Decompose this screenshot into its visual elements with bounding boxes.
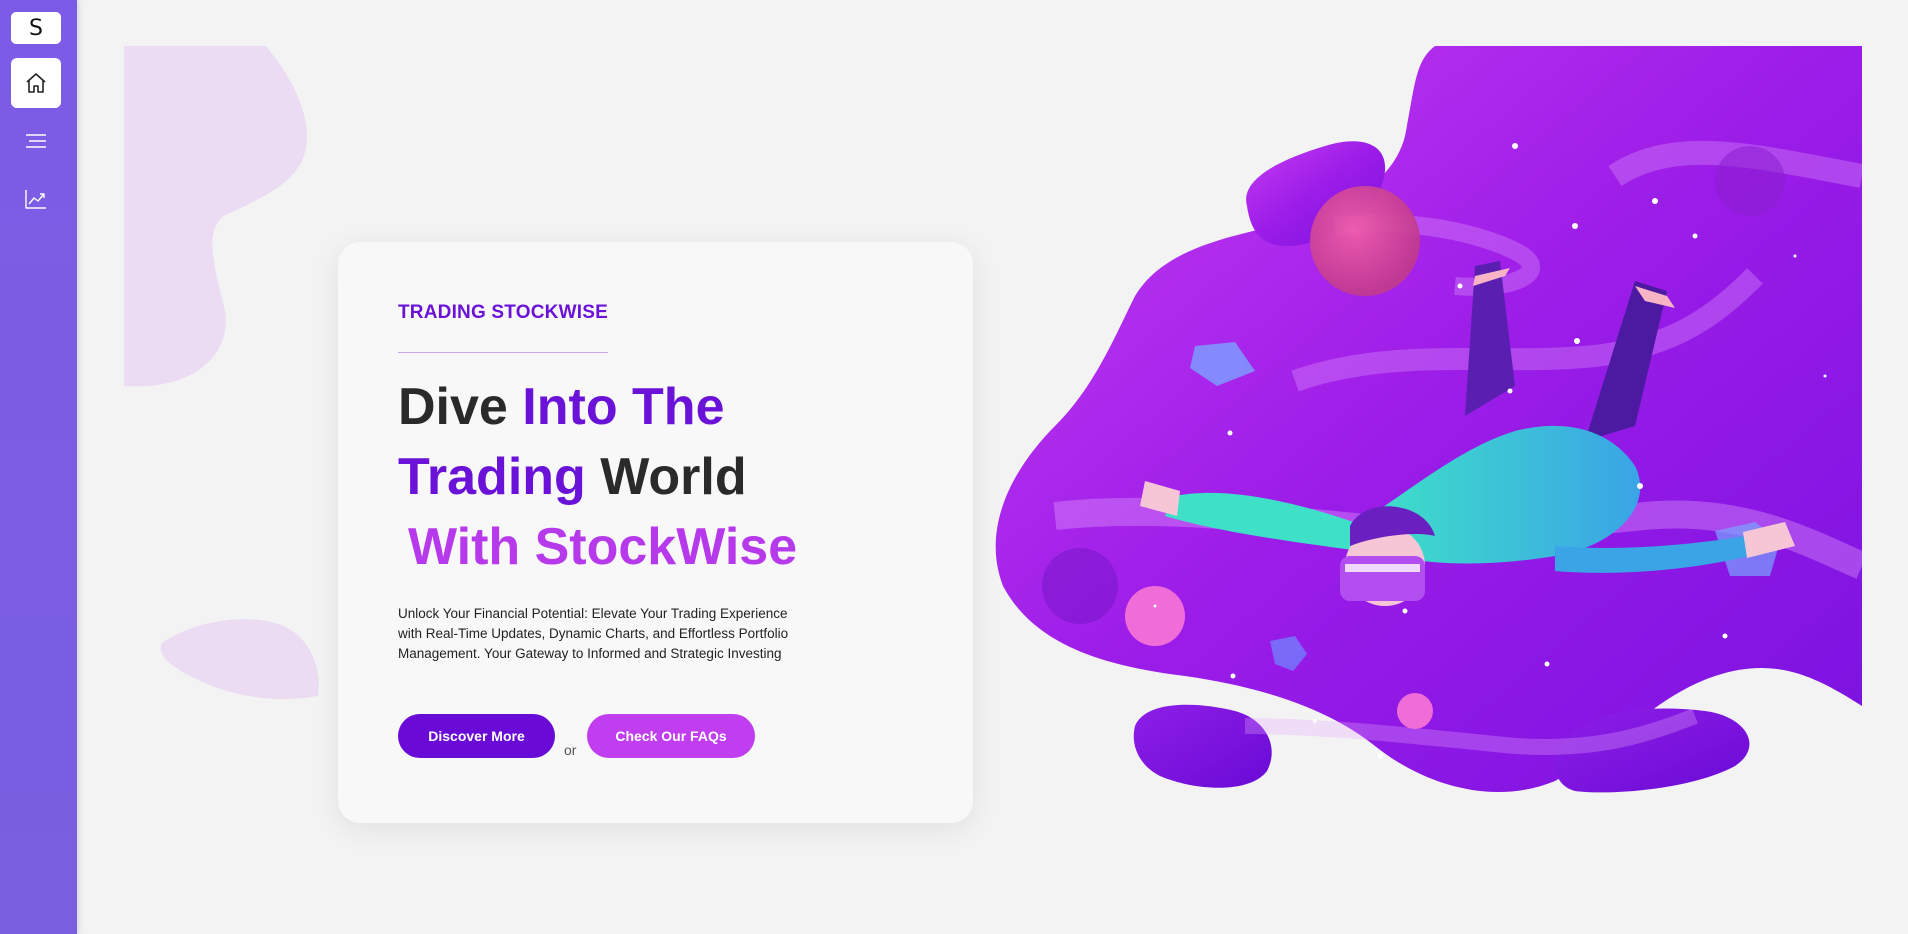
hero-headline: Dive Into The Trading World With StockWi… bbox=[398, 372, 918, 582]
hero-illustration bbox=[995, 46, 1862, 793]
headline-part-5: With StockWise bbox=[408, 518, 798, 576]
sidebar-item-menu[interactable] bbox=[11, 116, 61, 166]
hero-card: TRADING STOCKWISE Dive Into The Trading … bbox=[338, 242, 973, 823]
headline-part-4: World bbox=[585, 448, 747, 506]
app-logo[interactable]: S bbox=[11, 12, 61, 44]
sidebar: S bbox=[0, 0, 77, 934]
discover-more-button[interactable]: Discover More bbox=[398, 714, 555, 758]
hero-description: Unlock Your Financial Potential: Elevate… bbox=[398, 606, 789, 661]
decorative-blob-bottom bbox=[160, 619, 319, 700]
hero-eyebrow: TRADING STOCKWISE bbox=[398, 302, 608, 323]
headline-part-2: Into The bbox=[522, 378, 725, 436]
headline-part-3: Trading bbox=[398, 448, 586, 506]
home-icon bbox=[26, 73, 46, 93]
decorative-blob-top bbox=[124, 46, 308, 387]
chart-icon bbox=[25, 190, 46, 209]
sidebar-item-chart[interactable] bbox=[11, 174, 61, 224]
menu-icon bbox=[26, 134, 46, 148]
eyebrow-divider bbox=[398, 352, 608, 353]
button-separator: or bbox=[564, 742, 577, 758]
sidebar-item-home[interactable] bbox=[11, 58, 61, 108]
check-faqs-button[interactable]: Check Our FAQs bbox=[587, 714, 755, 758]
headline-part-1: Dive bbox=[398, 378, 523, 436]
